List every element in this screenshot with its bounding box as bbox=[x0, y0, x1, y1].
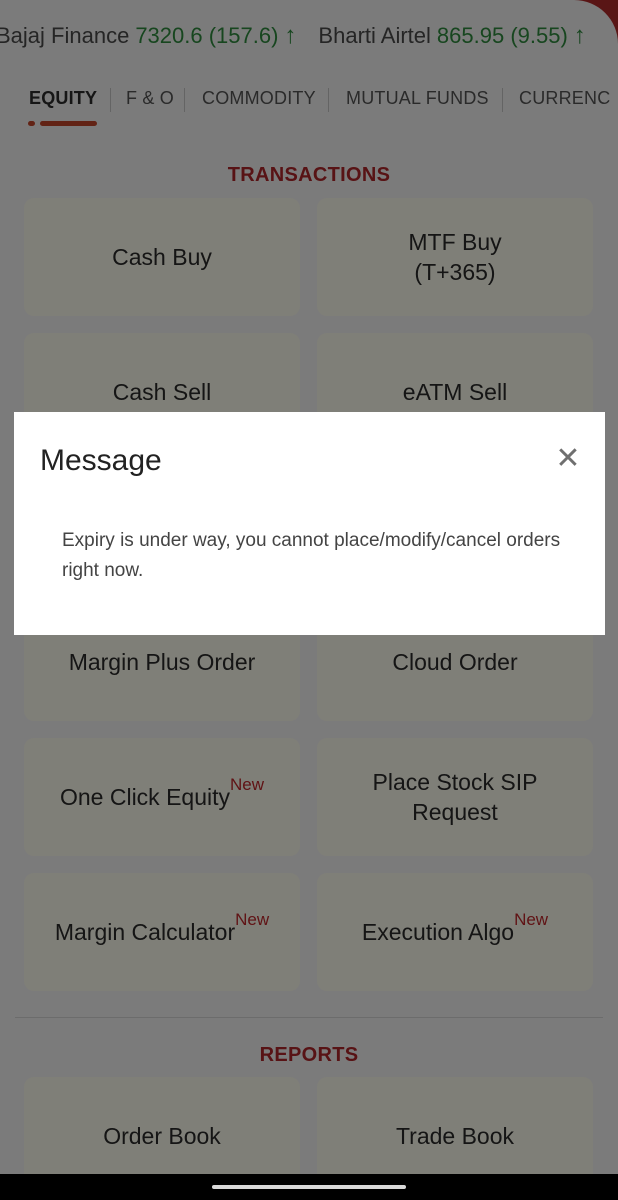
dialog-title: Message bbox=[40, 444, 162, 477]
dialog-message: Expiry is under way, you cannot place/mo… bbox=[62, 530, 561, 581]
message-dialog: Message ✕ Expiry is under way, you canno… bbox=[14, 412, 605, 635]
close-icon[interactable]: ✕ bbox=[552, 442, 584, 475]
home-gesture-handle[interactable] bbox=[212, 1185, 406, 1189]
app-screen: Bajaj Finance 7320.6 (157.6) ↑ Bharti Ai… bbox=[0, 0, 618, 1200]
